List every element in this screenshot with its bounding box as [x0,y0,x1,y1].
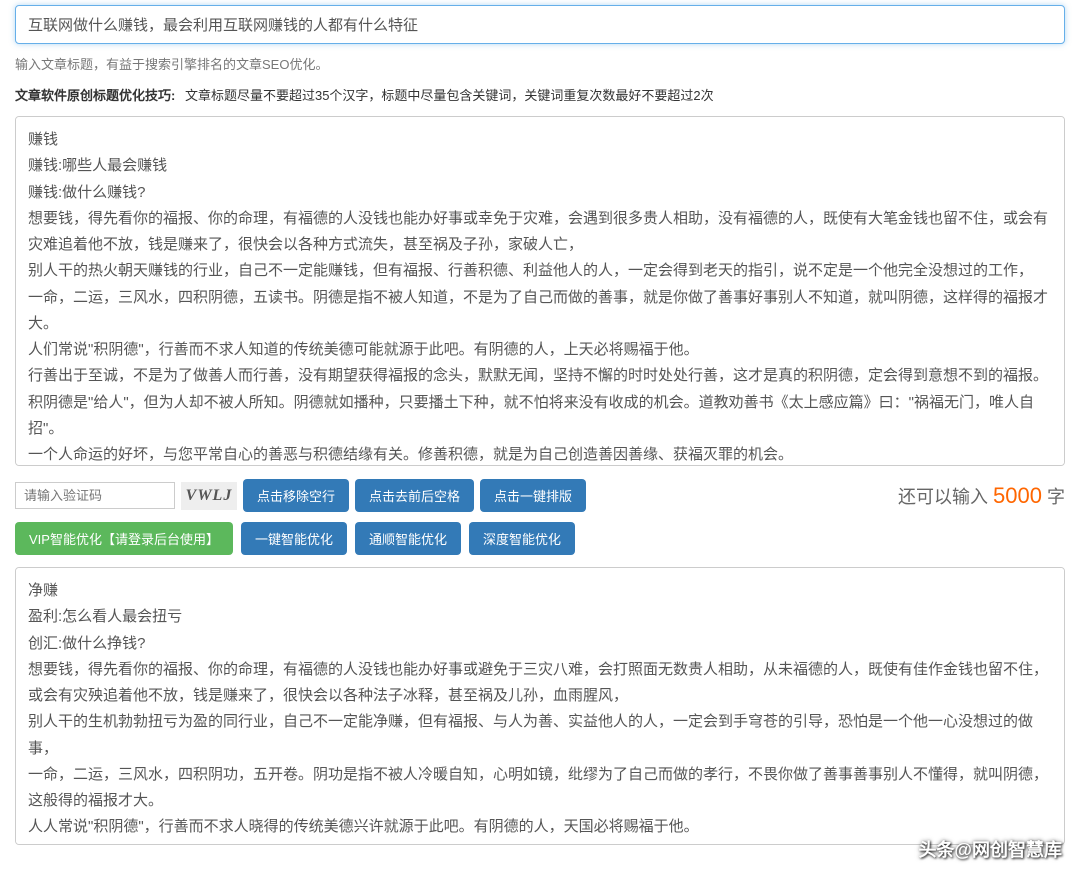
captcha-input[interactable] [15,482,175,509]
tips-label: 文章软件原创标题优化技巧: [15,88,175,103]
title-hint-text: 输入文章标题，有益于搜索引擎排名的文章SEO优化。 [15,54,1065,73]
vip-optimize-button[interactable]: VIP智能优化【请登录后台使用】 [15,522,233,555]
tips-content: 文章标题尽量不要超过35个汉字，标题中尽量包含关键词，关键词重复次数最好不要超过… [185,88,714,103]
one-click-optimize-button[interactable]: 一键智能优化 [241,522,347,555]
counter-prefix: 还可以输入 [898,487,993,507]
toolbar-row-1: VWLJ 点击移除空行 点击去前后空格 点击一键排版 还可以输入 5000 字 [15,479,1065,512]
output-text-area[interactable] [15,567,1065,845]
remove-trailing-spaces-button[interactable]: 点击去前后空格 [355,479,474,512]
deep-optimize-button[interactable]: 深度智能优化 [469,522,575,555]
source-text-area[interactable] [15,116,1065,466]
toolbar-row-2: VIP智能优化【请登录后台使用】 一键智能优化 通顺智能优化 深度智能优化 [15,522,1065,555]
remove-empty-lines-button[interactable]: 点击移除空行 [243,479,349,512]
tips-row: 文章软件原创标题优化技巧: 文章标题尽量不要超过35个汉字，标题中尽量包含关键词… [15,85,1065,104]
article-title-input[interactable] [15,5,1065,44]
captcha-image[interactable]: VWLJ [181,482,237,510]
counter-suffix: 字 [1042,487,1065,507]
counter-number: 5000 [993,483,1042,508]
one-click-format-button[interactable]: 点击一键排版 [480,479,586,512]
smooth-optimize-button[interactable]: 通顺智能优化 [355,522,461,555]
char-counter: 还可以输入 5000 字 [898,483,1065,509]
